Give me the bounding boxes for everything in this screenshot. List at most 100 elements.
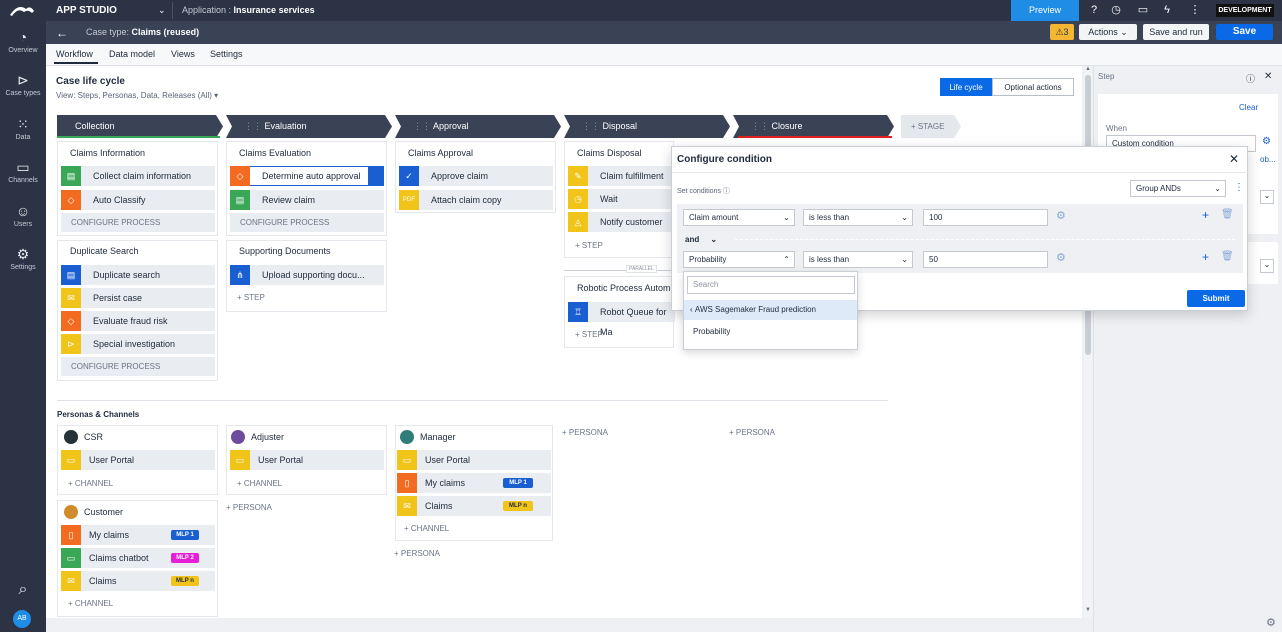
field-select-probability[interactable]: Probability ⌃: [683, 251, 795, 268]
channel-claims-chatbot[interactable]: ▭ Claims chatbot MLP 2: [61, 548, 215, 568]
channel-my-claims[interactable]: ▯ My claims MLP 1: [397, 473, 551, 493]
step-claim-fulfillment[interactable]: ✎ Claim fulfillment: [568, 166, 675, 186]
add-stage-button[interactable]: + STAGE: [901, 115, 961, 138]
channel-claims[interactable]: ✉ Claims MLP n: [61, 571, 215, 591]
user-avatar[interactable]: AB: [13, 610, 31, 628]
step-collect-claim-information[interactable]: ▤ Collect claim information: [61, 166, 215, 186]
step-approve-claim[interactable]: ✓ Approve claim: [399, 166, 553, 186]
step-robot-queue[interactable]: ♖ Robot Queue for Ma: [568, 302, 675, 337]
step-review-claim[interactable]: ▤ Review claim: [230, 190, 384, 210]
configure-process-button[interactable]: CONFIGURE PROCESS: [61, 213, 215, 232]
view-filter[interactable]: View: Steps, Personas, Data, Releases (A…: [56, 91, 218, 100]
nav-item-channels[interactable]: ▭ Channels: [0, 159, 46, 184]
save-button[interactable]: Save: [1216, 24, 1273, 40]
close-icon[interactable]: ✕: [1229, 152, 1239, 166]
add-step-button[interactable]: + STEP: [575, 241, 603, 250]
value-input-50[interactable]: 50: [923, 251, 1048, 268]
nav-item-case-types[interactable]: ⊳ Case types: [0, 72, 46, 97]
nav-item-users[interactable]: ☺ Users: [0, 203, 46, 228]
gear-icon[interactable]: ⚙: [1056, 251, 1066, 264]
step-auto-classify[interactable]: ◇ Auto Classify: [61, 190, 215, 210]
step-wait[interactable]: ◷ Wait: [568, 189, 675, 209]
help-icon[interactable]: ⓘ: [1246, 72, 1255, 85]
nav-item-overview[interactable]: ◔ Overview: [0, 29, 46, 54]
and-operator-select[interactable]: and ⌄: [685, 235, 717, 244]
submit-button[interactable]: Submit: [1187, 290, 1245, 307]
preview-button[interactable]: Preview: [1011, 0, 1079, 21]
stage-closure[interactable]: ⋮⋮ Closure: [733, 115, 894, 138]
field-select-claim-amount[interactable]: Claim amount ⌄: [683, 209, 795, 226]
persona-name[interactable]: Customer: [84, 507, 123, 517]
value-input-100[interactable]: 100: [923, 209, 1048, 226]
search-icon[interactable]: ⌕: [0, 581, 46, 599]
add-condition-icon[interactable]: +: [1202, 250, 1209, 264]
configure-process-button[interactable]: CONFIGURE PROCESS: [230, 213, 384, 232]
clear-link[interactable]: Clear: [1239, 103, 1258, 112]
history-icon[interactable]: ◷: [1109, 3, 1123, 17]
add-step-button[interactable]: + STEP: [237, 293, 265, 302]
save-and-run-button[interactable]: Save and run: [1143, 24, 1209, 40]
info-icon[interactable]: ⓘ: [723, 188, 730, 195]
tab-views[interactable]: Views: [171, 49, 195, 59]
step-upload-supporting-documents[interactable]: ⋔ Upload supporting docu...: [230, 265, 384, 285]
comment-icon[interactable]: ▭: [1136, 3, 1150, 17]
stage-evaluation[interactable]: ⋮⋮ Evaluation: [226, 115, 392, 138]
life-cycle-toggle[interactable]: Life cycle: [940, 78, 992, 96]
nav-item-settings[interactable]: ⚙ Settings: [0, 246, 46, 271]
optional-actions-toggle[interactable]: Optional actions: [992, 78, 1074, 96]
tab-data-model[interactable]: Data model: [109, 49, 155, 59]
dropdown-option-probability[interactable]: Probability: [693, 327, 730, 336]
add-channel-button[interactable]: + CHANNEL: [68, 599, 113, 608]
lightning-icon[interactable]: ϟ: [1160, 3, 1174, 17]
add-condition-icon[interactable]: +: [1202, 208, 1209, 222]
operator-select[interactable]: is less than ⌄: [803, 209, 913, 226]
dropdown-group-item[interactable]: ‹ AWS Sagemaker Fraud prediction: [684, 300, 857, 320]
channel-my-claims[interactable]: ▯ My claims MLP 1: [61, 525, 215, 545]
step-determine-auto-approval[interactable]: ◇ Determine auto approval: [230, 166, 384, 186]
gear-icon[interactable]: ⚙: [1262, 136, 1271, 147]
step-evaluate-fraud-risk[interactable]: ◇ Evaluate fraud risk: [61, 311, 215, 331]
add-persona-button[interactable]: + PERSONA: [562, 428, 608, 437]
step-attach-claim-copy[interactable]: PDF Attach claim copy: [399, 190, 553, 210]
nav-item-data[interactable]: ⁙ Data: [0, 116, 46, 141]
delete-icon[interactable]: 🗑: [1221, 209, 1234, 220]
add-step-button[interactable]: + STEP: [575, 330, 603, 339]
stage-disposal[interactable]: ⋮⋮ Disposal: [564, 115, 730, 138]
persona-name[interactable]: Adjuster: [251, 432, 284, 442]
add-channel-button[interactable]: + CHANNEL: [404, 524, 449, 533]
stage-collection[interactable]: Collection: [57, 115, 223, 138]
tab-settings[interactable]: Settings: [210, 49, 243, 59]
channel-user-portal[interactable]: ▭ User Portal: [230, 450, 384, 470]
operator-select[interactable]: is less than ⌄: [803, 251, 913, 268]
step-duplicate-search[interactable]: ▤ Duplicate search: [61, 265, 215, 285]
channel-claims[interactable]: ✉ Claims MLP n: [397, 496, 551, 516]
help-icon[interactable]: ?: [1087, 3, 1101, 17]
warnings-badge[interactable]: ⚠3: [1050, 24, 1074, 40]
hierarchy-icon[interactable]: ⋮: [1188, 3, 1202, 17]
tab-workflow[interactable]: Workflow: [56, 49, 93, 59]
add-persona-button[interactable]: + PERSONA: [394, 549, 440, 558]
group-select[interactable]: Group ANDs ⌄: [1130, 180, 1226, 197]
dropdown-search-input[interactable]: Search: [687, 276, 855, 294]
step-persist-case[interactable]: ✉ Persist case: [61, 288, 215, 308]
select-chevron-icon[interactable]: ⌄: [1260, 190, 1274, 204]
actions-menu-button[interactable]: Actions ⌄: [1079, 24, 1137, 40]
channel-user-portal[interactable]: ▭ User Portal: [61, 450, 215, 470]
add-persona-button[interactable]: + PERSONA: [226, 503, 272, 512]
select-chevron-icon[interactable]: ⌄: [1260, 259, 1274, 273]
delete-icon[interactable]: 🗑: [1221, 251, 1234, 262]
back-arrow-icon[interactable]: ←: [56, 26, 68, 40]
more-options-icon[interactable]: ⋮: [1234, 182, 1244, 193]
pega-logo-icon[interactable]: [8, 3, 36, 18]
persona-name[interactable]: CSR: [84, 432, 103, 442]
scroll-up-icon[interactable]: ▲: [1085, 66, 1091, 72]
close-icon[interactable]: ✕: [1264, 71, 1272, 82]
add-channel-button[interactable]: + CHANNEL: [237, 479, 282, 488]
stage-approval[interactable]: ⋮⋮ Approval: [395, 115, 561, 138]
configure-process-button[interactable]: CONFIGURE PROCESS: [61, 357, 215, 376]
step-special-investigation[interactable]: ⊳ Special investigation: [61, 334, 215, 354]
obscured-link[interactable]: ob...: [1260, 155, 1276, 164]
add-persona-button[interactable]: + PERSONA: [729, 428, 775, 437]
persona-name[interactable]: Manager: [420, 432, 456, 442]
step-notify-customer[interactable]: ◬ Notify customer: [568, 212, 675, 232]
